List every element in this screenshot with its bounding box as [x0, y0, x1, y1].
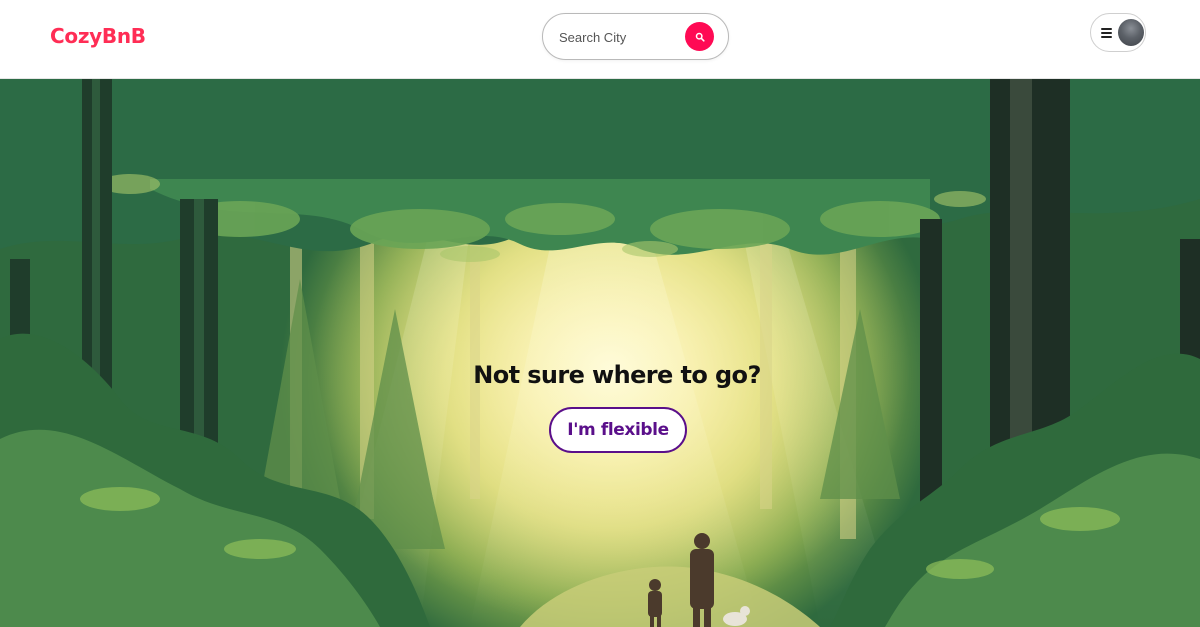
search-box[interactable]: [542, 13, 729, 60]
search-button[interactable]: [685, 22, 714, 51]
avatar: [1118, 19, 1144, 46]
logo[interactable]: CozyBnB: [50, 24, 146, 48]
search-input[interactable]: [559, 26, 679, 48]
hamburger-menu-icon: [1101, 27, 1112, 38]
hero-title: Not sure where to go?: [473, 361, 761, 389]
forest-illustration: [0, 79, 1200, 627]
top-navbar: CozyBnB: [0, 0, 1200, 79]
search-icon: [695, 32, 705, 42]
hero-content: Not sure where to go?: [0, 361, 1200, 389]
hero-banner: Not sure where to go? I'm flexible: [0, 79, 1200, 627]
user-menu-button[interactable]: [1090, 13, 1146, 52]
im-flexible-button[interactable]: I'm flexible: [549, 407, 687, 453]
